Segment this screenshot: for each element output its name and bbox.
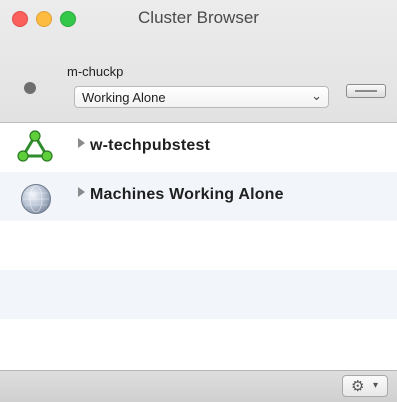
list-item[interactable]: Machines Working Alone	[0, 172, 397, 221]
cluster-list: w-techpubstest Machines Working Alone	[0, 123, 397, 368]
cluster-browser-window: Cluster Browser m-chuckp Working Alone ⌄…	[0, 0, 397, 402]
status-indicator-icon	[24, 82, 36, 94]
empty-row	[0, 319, 397, 368]
cluster-network-icon	[17, 130, 53, 162]
mode-select-value: Working Alone	[82, 90, 166, 105]
drive-icon[interactable]	[346, 84, 386, 98]
gear-icon: ⚙	[351, 378, 365, 395]
caret-down-icon: ▾	[373, 380, 379, 391]
empty-row	[0, 221, 397, 270]
action-menu-button[interactable]: ⚙ ▾	[342, 375, 388, 397]
user-name: m-chuckp	[67, 64, 124, 79]
mode-select[interactable]: Working Alone ⌄	[74, 86, 329, 108]
list-item-label: w-techpubstest	[90, 137, 211, 154]
window-title: Cluster Browser	[138, 8, 259, 27]
globe-grid-icon	[23, 185, 49, 213]
disclosure-triangle-icon[interactable]	[78, 187, 85, 197]
window-header: Cluster Browser m-chuckp Working Alone ⌄	[0, 0, 397, 123]
list-item[interactable]: w-techpubstest	[0, 123, 397, 172]
empty-row	[0, 270, 397, 319]
title-bar: Cluster Browser	[0, 0, 397, 40]
drive-slot	[355, 90, 377, 92]
disclosure-triangle-icon[interactable]	[78, 138, 85, 148]
bottom-toolbar: ⚙ ▾	[0, 370, 397, 402]
list-item-label: Machines Working Alone	[90, 186, 284, 203]
chevron-down-icon: ⌄	[311, 88, 322, 103]
